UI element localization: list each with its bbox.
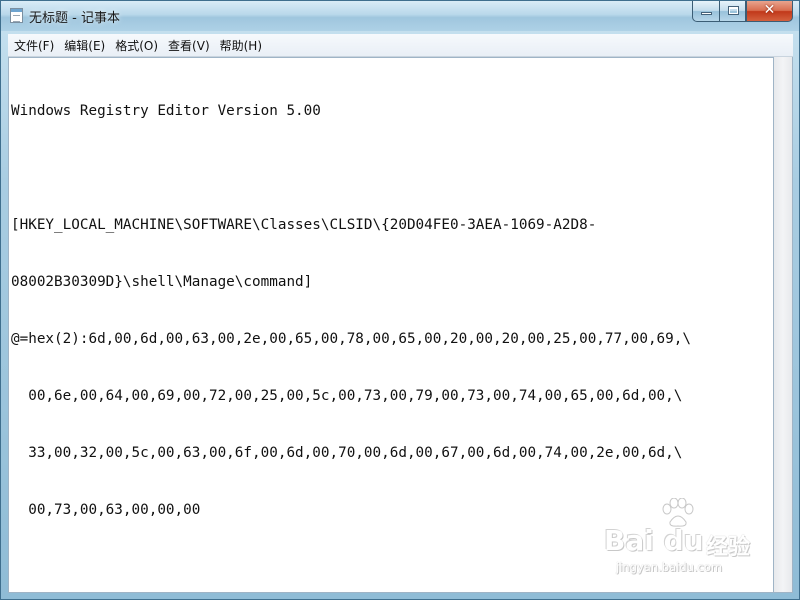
editor-line: Windows Registry Editor Version 5.00: [11, 103, 321, 119]
watermark-brand: Bai du: [604, 524, 704, 557]
menu-format[interactable]: 格式(O): [111, 37, 162, 54]
caption-buttons: ✕: [692, 1, 793, 22]
minimize-button[interactable]: [692, 1, 719, 22]
editor-line: [HKEY_LOCAL_MACHINE\SOFTWARE\Classes\CLS…: [11, 217, 597, 233]
editor-line: 33,00,32,00,5c,00,63,00,6f,00,6d,00,70,0…: [11, 445, 683, 461]
menu-bar: 文件(F) 编辑(E) 格式(O) 查看(V) 帮助(H): [8, 34, 793, 57]
editor-line: 00,6e,00,64,00,69,00,72,00,25,00,5c,00,7…: [11, 388, 683, 404]
text-editor[interactable]: Windows Registry Editor Version 5.00 [HK…: [8, 57, 774, 593]
menu-edit[interactable]: 编辑(E): [60, 37, 109, 54]
notepad-icon[interactable]: [10, 8, 23, 23]
editor-line: 08002B30309D}\shell\Manage\command]: [11, 274, 313, 290]
menu-view[interactable]: 查看(V): [164, 37, 214, 54]
title-bar[interactable]: 无标题 - 记事本 ✕: [1, 1, 799, 31]
watermark-url: jingyan.baidu.com: [616, 560, 723, 574]
baidu-watermark: Bai du 经验 jingyan.baidu.com: [602, 498, 757, 578]
menu-file[interactable]: 文件(F): [10, 37, 58, 54]
vertical-scrollbar[interactable]: [774, 57, 793, 593]
minimize-icon: [701, 12, 712, 15]
window-title: 无标题 - 记事本: [29, 11, 120, 26]
watermark-suffix: 经验: [706, 535, 751, 560]
notepad-window: 无标题 - 记事本 ✕ 文件(F) 编辑(E) 格式(O) 查看(V) 帮助(H…: [0, 0, 800, 600]
close-icon: ✕: [763, 2, 776, 18]
editor-content[interactable]: Windows Registry Editor Version 5.00 [HK…: [11, 64, 691, 558]
editor-line: 00,73,00,63,00,00,00: [11, 502, 201, 518]
menu-help[interactable]: 帮助(H): [216, 37, 266, 54]
maximize-icon: [728, 6, 739, 15]
close-button[interactable]: ✕: [746, 1, 793, 22]
editor-line: @=hex(2):6d,00,6d,00,63,00,2e,00,65,00,7…: [11, 331, 691, 347]
maximize-button[interactable]: [719, 1, 746, 22]
